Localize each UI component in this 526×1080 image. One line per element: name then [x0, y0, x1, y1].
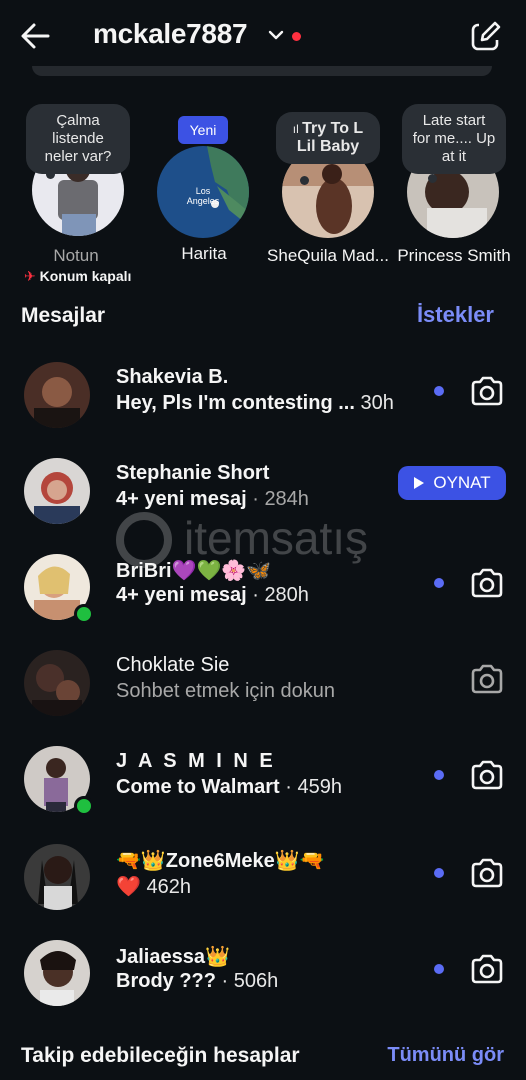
- thread-row[interactable]: Stephanie Short 4+ yeni mesaj · 284h OYN…: [0, 444, 526, 540]
- thread-row[interactable]: Shakevia B. Hey, Pls I'm contesting ... …: [0, 348, 526, 444]
- map-thumbnail: Los Angeles: [157, 146, 249, 238]
- chevron-down-icon[interactable]: [268, 28, 284, 42]
- thread-preview: Sohbet etmek için dokun: [116, 680, 336, 702]
- thread-row[interactable]: BriBri💜💚🌸🦋 4+ yeni mesaj · 280h: [0, 540, 526, 636]
- note-bubble: Late start for me.... Up at it: [402, 104, 506, 174]
- location-off-icon: ✈: [24, 268, 36, 284]
- online-indicator: [74, 604, 94, 624]
- thread-row[interactable]: 🔫👑Zone6Meke👑🔫 ❤️ 462h: [0, 830, 526, 926]
- thread-name: BriBri💜💚🌸🦋: [116, 560, 272, 582]
- bubble-tail: [46, 170, 55, 179]
- note-label: Notun: [53, 246, 99, 265]
- map-city-label: Los Angeles: [186, 186, 220, 206]
- camera-icon[interactable]: [470, 568, 504, 598]
- camera-icon[interactable]: [470, 760, 504, 790]
- thread-name: Jaliaessa👑: [116, 946, 230, 968]
- thread-preview: 4+ yeni mesaj · 284h: [116, 488, 309, 510]
- online-indicator: [74, 796, 94, 816]
- unread-dot: [434, 964, 444, 974]
- unread-dot: [434, 386, 444, 396]
- notification-dot: [292, 32, 301, 41]
- suggestions-heading: Takip edebileceğin hesaplar: [21, 1044, 300, 1067]
- note-princess[interactable]: Late start for me.... Up at it Princess …: [390, 96, 520, 292]
- avatar: [24, 362, 90, 428]
- search-bar-edge[interactable]: [32, 66, 492, 76]
- see-all-link[interactable]: Tümünü gör: [387, 1044, 504, 1067]
- note-bubble: Çalma listende neler var?: [26, 104, 130, 174]
- thread-preview: Hey, Pls I'm contesting ... 30h: [116, 392, 394, 414]
- camera-icon[interactable]: [470, 376, 504, 406]
- note-bubble: ıl Try To L Lil Baby: [276, 112, 380, 164]
- thread-row[interactable]: Choklate Sie Sohbet etmek için dokun: [0, 636, 526, 732]
- note-label: SheQuila Mad...: [267, 246, 389, 265]
- play-icon: [414, 477, 425, 489]
- camera-icon[interactable]: [470, 858, 504, 888]
- bubble-tail: [428, 174, 437, 183]
- play-button[interactable]: OYNAT: [398, 466, 506, 500]
- note-label: Harita: [181, 244, 227, 263]
- note-own[interactable]: Çalma listende neler var? Notun ✈ Konum …: [12, 96, 142, 292]
- unread-dot: [434, 770, 444, 780]
- camera-icon[interactable]: [470, 954, 504, 984]
- back-arrow-icon[interactable]: [18, 20, 54, 52]
- unread-dot: [434, 578, 444, 588]
- new-badge: Yeni: [178, 116, 228, 144]
- thread-name: Shakevia B.: [116, 366, 229, 388]
- thread-name: Stephanie Short: [116, 462, 270, 484]
- account-username[interactable]: mckale7887: [93, 18, 248, 50]
- thread-name: J A S M I N E: [116, 750, 276, 772]
- thread-preview: Brody ??? · 506h: [116, 970, 279, 992]
- bubble-tail: [300, 176, 309, 185]
- messages-heading: Mesajlar: [21, 304, 106, 327]
- thread-row[interactable]: Jaliaessa👑 Brody ??? · 506h: [0, 926, 526, 1022]
- avatar: [24, 458, 90, 524]
- avatar: [24, 940, 90, 1006]
- camera-icon[interactable]: [470, 664, 504, 694]
- notes-row: Çalma listende neler var? Notun ✈ Konum …: [0, 96, 526, 292]
- thread-row[interactable]: J A S M I N E Come to Walmart · 459h: [0, 732, 526, 828]
- thread-preview: ❤️ 462h: [116, 876, 191, 898]
- note-shequila[interactable]: ıl Try To L Lil Baby SheQuila Mad...: [264, 96, 394, 292]
- top-bar: mckale7887: [0, 0, 526, 76]
- thread-name: 🔫👑Zone6Meke👑🔫: [116, 850, 325, 872]
- avatar: [24, 650, 90, 716]
- music-icon: ıl: [292, 122, 303, 136]
- location-off-label: ✈ Konum kapalı: [24, 268, 132, 284]
- note-label: Princess Smith: [397, 246, 511, 265]
- thread-preview: 4+ yeni mesaj · 280h: [116, 584, 309, 606]
- avatar: [24, 844, 90, 910]
- thread-name: Choklate Sie: [116, 654, 230, 676]
- unread-dot: [434, 868, 444, 878]
- thread-preview: Come to Walmart · 459h: [116, 776, 343, 798]
- requests-link[interactable]: İstekler: [417, 302, 494, 328]
- compose-icon[interactable]: [470, 20, 502, 52]
- note-map[interactable]: Los Angeles Yeni Harita: [138, 96, 268, 292]
